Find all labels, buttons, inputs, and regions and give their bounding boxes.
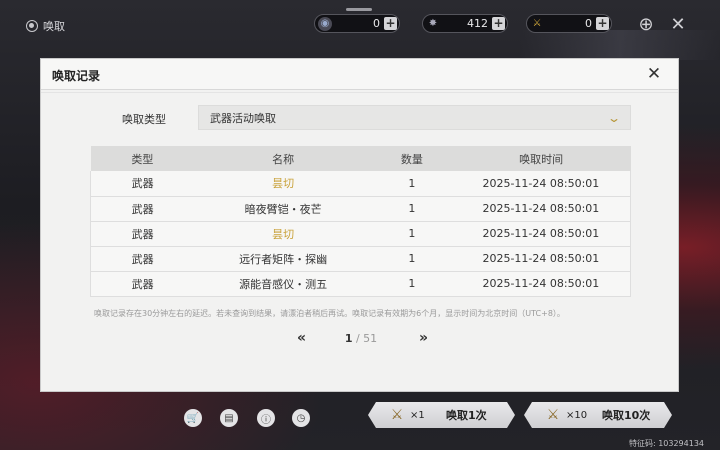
pull-ten-button[interactable]: ⚔ ×10 唤取10次 xyxy=(524,402,672,428)
current-page: 1 xyxy=(344,331,353,345)
cell-time: 2025-11-24 08:50:01 xyxy=(451,171,631,197)
column-header-time: 唤取时间 xyxy=(451,146,631,171)
pull-type-value: 武器活动唤取 xyxy=(210,111,276,125)
pull-one-multiplier: ×1 xyxy=(410,409,425,421)
history-icon[interactable]: ◷ xyxy=(292,409,310,427)
close-dialog-button[interactable]: ✕ xyxy=(644,64,664,84)
pagination: « 1 / 51 » xyxy=(291,329,431,347)
pull-ten-label: 唤取10次 xyxy=(602,409,651,422)
table-row: 武器 昙切 1 2025-11-24 08:50:01 xyxy=(90,221,631,247)
column-header-name: 名称 xyxy=(194,146,372,171)
page-indicator: 1 / 51 xyxy=(345,332,377,345)
cell-type: 武器 xyxy=(90,221,195,247)
pull-type-select[interactable]: 武器活动唤取 ⌄ xyxy=(198,105,631,130)
table-row: 武器 昙切 1 2025-11-24 08:50:01 xyxy=(90,171,631,197)
back-icon xyxy=(26,20,38,32)
cell-time: 2025-11-24 08:50:01 xyxy=(451,221,631,247)
cell-name: 暗夜臂铠・夜芒 xyxy=(194,196,372,222)
chevron-down-icon: ⌄ xyxy=(606,110,622,125)
table-row: 武器 暗夜臂铠・夜芒 1 2025-11-24 08:50:01 xyxy=(90,196,631,222)
cell-time: 2025-11-24 08:50:01 xyxy=(451,271,631,297)
currency-value: 0 xyxy=(373,17,380,30)
table-header-row: 类型 名称 数量 唤取时间 xyxy=(90,146,631,171)
add-sword-button[interactable]: + xyxy=(596,17,609,30)
close-icon[interactable]: ✕ xyxy=(667,13,689,35)
dialog-title: 唤取记录 xyxy=(52,69,101,83)
next-page-button[interactable]: » xyxy=(413,330,431,346)
total-pages: / 51 xyxy=(355,331,378,345)
info-icon[interactable]: ⓘ xyxy=(257,409,275,427)
currency-star: ✸ 412 + xyxy=(422,14,508,33)
currency-jade: ◉ 0 + xyxy=(314,14,400,33)
records-table: 类型 名称 数量 唤取时间 武器 昙切 1 2025-11-24 08:50:0… xyxy=(90,146,631,297)
pull-record-dialog: 唤取记录 ✕ 唤取类型 武器活动唤取 ⌄ 类型 名称 数量 唤取时间 武器 昙切… xyxy=(40,58,679,392)
back-button[interactable]: 唤取 xyxy=(26,18,65,34)
pull-one-button[interactable]: ⚔ ×1 唤取1次 xyxy=(368,402,515,428)
jade-icon: ◉ xyxy=(318,16,332,31)
cell-quantity: 1 xyxy=(371,271,452,297)
column-header-quantity: 数量 xyxy=(371,146,452,171)
divider xyxy=(41,92,678,93)
background-decoration xyxy=(520,30,720,60)
cell-type: 武器 xyxy=(90,271,195,297)
player-uid: 特征码: 103294134 xyxy=(628,439,704,448)
cell-quantity: 1 xyxy=(371,246,452,272)
pull-ten-multiplier: ×10 xyxy=(566,409,588,421)
cell-type: 武器 xyxy=(90,196,195,222)
filter-label: 唤取类型 xyxy=(122,113,166,126)
cell-name: 昙切 xyxy=(194,171,372,197)
cell-name: 远行者矩阵・探幽 xyxy=(194,246,372,272)
column-header-type: 类型 xyxy=(90,146,195,171)
star-icon: ✸ xyxy=(428,18,438,29)
sword-icon: ⚔ xyxy=(546,407,560,423)
table-row: 武器 源能音感仪・测五 1 2025-11-24 08:50:01 xyxy=(90,271,631,297)
cell-name: 昙切 xyxy=(194,221,372,247)
cell-quantity: 1 xyxy=(371,171,452,197)
cell-name: 源能音感仪・测五 xyxy=(194,271,372,297)
currency-sword: ⚔ 0 + xyxy=(526,14,612,33)
currency-value: 0 xyxy=(585,17,592,30)
settings-icon[interactable]: ⊕ xyxy=(635,13,657,35)
prev-page-button[interactable]: « xyxy=(291,330,309,346)
record-notice: 唤取记录存在30分钟左右的延迟。若未查询到结果，请漂泊者稍后再试。唤取记录有效期… xyxy=(94,309,565,318)
back-label: 唤取 xyxy=(43,20,65,33)
sword-icon: ⚔ xyxy=(532,18,542,29)
cell-time: 2025-11-24 08:50:01 xyxy=(451,246,631,272)
top-handle xyxy=(346,8,372,11)
add-jade-button[interactable]: + xyxy=(384,17,397,30)
shop-icon[interactable]: 🛒 xyxy=(184,409,202,427)
cell-type: 武器 xyxy=(90,246,195,272)
pull-one-label: 唤取1次 xyxy=(446,409,487,422)
currency-value: 412 xyxy=(467,17,488,30)
cell-quantity: 1 xyxy=(371,221,452,247)
record-icon[interactable]: ▤ xyxy=(220,409,238,427)
cell-time: 2025-11-24 08:50:01 xyxy=(451,196,631,222)
sword-icon: ⚔ xyxy=(390,407,404,423)
dialog-header: 唤取记录 ✕ xyxy=(41,59,678,89)
cell-quantity: 1 xyxy=(371,196,452,222)
divider xyxy=(41,89,678,90)
table-row: 武器 远行者矩阵・探幽 1 2025-11-24 08:50:01 xyxy=(90,246,631,272)
cell-type: 武器 xyxy=(90,171,195,197)
add-star-button[interactable]: + xyxy=(492,17,505,30)
